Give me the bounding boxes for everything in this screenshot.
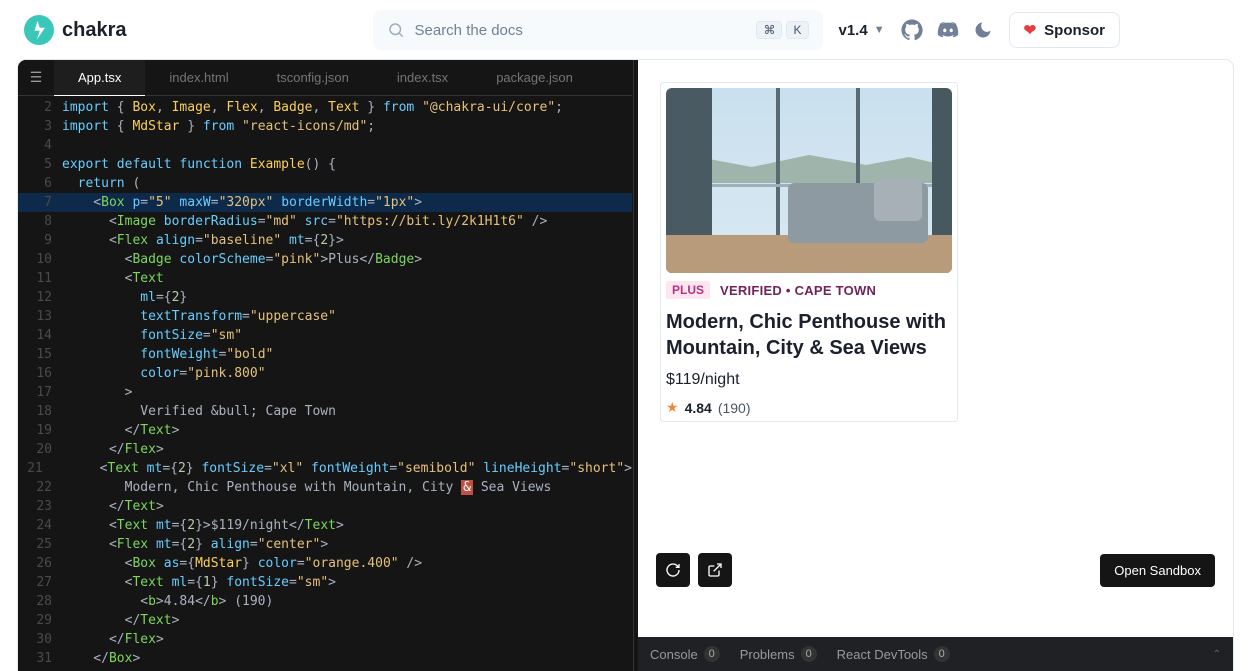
code-line[interactable]: 8 <Image borderRadius="md" src="https://… bbox=[18, 212, 632, 231]
editor-tab[interactable]: App.tsx bbox=[54, 60, 145, 96]
console-tab[interactable]: React DevTools0 bbox=[837, 646, 950, 662]
code-line[interactable]: 22 Modern, Chic Penthouse with Mountain,… bbox=[18, 478, 632, 497]
code-line[interactable]: 28 <b>4.84</b> (190) bbox=[18, 592, 632, 611]
code-line[interactable]: 20 </Flex> bbox=[18, 440, 632, 459]
editor-pane: ☰ App.tsxindex.htmltsconfig.jsonindex.ts… bbox=[18, 60, 632, 671]
external-link-icon bbox=[707, 562, 723, 578]
code-line[interactable]: 11 <Text bbox=[18, 269, 632, 288]
open-sandbox-button[interactable]: Open Sandbox bbox=[1100, 554, 1215, 587]
listing-price: $119/night bbox=[666, 371, 952, 389]
listing-meta: Verified • Cape Town bbox=[720, 283, 876, 298]
search-shortcut: ⌘ K bbox=[756, 21, 808, 39]
preview-pane: Plus Verified • Cape Town Modern, Chic P… bbox=[638, 60, 1233, 671]
search-icon bbox=[387, 21, 405, 39]
search-placeholder: Search the docs bbox=[415, 22, 747, 39]
editor-tab[interactable]: index.html bbox=[145, 60, 252, 96]
star-icon: ★ bbox=[666, 399, 679, 416]
code-line[interactable]: 9 <Flex align="baseline" mt={2}> bbox=[18, 231, 632, 250]
chakra-logo-icon bbox=[24, 15, 54, 45]
preview-action-bar bbox=[656, 553, 732, 587]
code-line[interactable]: 3import { MdStar } from "react-icons/md"… bbox=[18, 117, 632, 136]
code-line[interactable]: 23 </Text> bbox=[18, 497, 632, 516]
listing-card: Plus Verified • Cape Town Modern, Chic P… bbox=[660, 82, 958, 422]
brand-name: chakra bbox=[62, 19, 127, 42]
listing-rating: ★ 4.84 (190) bbox=[666, 399, 952, 416]
console-bar: Console0 Problems0 React DevTools0 ⌃ bbox=[638, 637, 1233, 671]
code-line[interactable]: 2import { Box, Image, Flex, Badge, Text … bbox=[18, 98, 632, 117]
code-line[interactable]: 15 fontWeight="bold" bbox=[18, 345, 632, 364]
search-input[interactable]: Search the docs ⌘ K bbox=[373, 10, 823, 50]
code-line[interactable]: 24 <Text mt={2}>$119/night</Text> bbox=[18, 516, 632, 535]
header-icon-group bbox=[901, 19, 993, 41]
plus-badge: Plus bbox=[666, 281, 710, 299]
code-line[interactable]: 18 Verified &bull; Cape Town bbox=[18, 402, 632, 421]
code-line[interactable]: 16 color="pink.800" bbox=[18, 364, 632, 383]
theme-toggle-icon[interactable] bbox=[973, 20, 993, 40]
chevron-down-icon: ▼ bbox=[874, 24, 885, 36]
code-line[interactable]: 29 </Text> bbox=[18, 611, 632, 630]
code-line[interactable]: 7 <Box p="5" maxW="320px" borderWidth="1… bbox=[18, 193, 632, 212]
code-line[interactable]: 4 bbox=[18, 136, 632, 155]
console-collapse-icon[interactable]: ⌃ bbox=[1213, 649, 1221, 660]
refresh-icon bbox=[665, 562, 681, 578]
refresh-button[interactable] bbox=[656, 553, 690, 587]
editor-tab[interactable]: index.tsx bbox=[373, 60, 472, 96]
editor-tab-bar: ☰ App.tsxindex.htmltsconfig.jsonindex.ts… bbox=[18, 60, 632, 96]
code-line[interactable]: 17 > bbox=[18, 383, 632, 402]
code-line[interactable]: 21 <Text mt={2} fontSize="xl" fontWeight… bbox=[18, 459, 632, 478]
editor-tab[interactable]: package.json bbox=[472, 60, 597, 96]
console-tab[interactable]: Problems0 bbox=[740, 646, 817, 662]
heart-icon: ❤ bbox=[1024, 21, 1037, 39]
code-line[interactable]: 13 textTransform="uppercase" bbox=[18, 307, 632, 326]
code-line[interactable]: 14 fontSize="sm" bbox=[18, 326, 632, 345]
hamburger-icon[interactable]: ☰ bbox=[18, 69, 54, 86]
listing-title: Modern, Chic Penthouse with Mountain, Ci… bbox=[666, 309, 952, 361]
code-line[interactable]: 12 ml={2} bbox=[18, 288, 632, 307]
code-line[interactable]: 25 <Flex mt={2} align="center"> bbox=[18, 535, 632, 554]
code-line[interactable]: 26 <Box as={MdStar} color="orange.400" /… bbox=[18, 554, 632, 573]
code-sandbox: ☰ App.tsxindex.htmltsconfig.jsonindex.ts… bbox=[18, 60, 1233, 671]
code-line[interactable]: 19 </Text> bbox=[18, 421, 632, 440]
github-icon[interactable] bbox=[901, 19, 923, 41]
code-line[interactable]: 30 </Flex> bbox=[18, 630, 632, 649]
brand-logo[interactable]: chakra bbox=[24, 15, 127, 45]
preview-body: Plus Verified • Cape Town Modern, Chic P… bbox=[638, 60, 1233, 637]
code-line[interactable]: 6 return ( bbox=[18, 174, 632, 193]
code-line[interactable]: 31 </Box> bbox=[18, 649, 632, 668]
discord-icon[interactable] bbox=[937, 19, 959, 41]
open-new-window-button[interactable] bbox=[698, 553, 732, 587]
editor-tab[interactable]: tsconfig.json bbox=[253, 60, 373, 96]
code-line[interactable]: 10 <Badge colorScheme="pink">Plus</Badge… bbox=[18, 250, 632, 269]
version-selector[interactable]: v1.4 ▼ bbox=[839, 22, 885, 39]
code-editor[interactable]: 2import { Box, Image, Flex, Badge, Text … bbox=[18, 96, 632, 671]
code-line[interactable]: 27 <Text ml={1} fontSize="sm"> bbox=[18, 573, 632, 592]
console-tab[interactable]: Console0 bbox=[650, 646, 720, 662]
sponsor-button[interactable]: ❤ Sponsor bbox=[1009, 12, 1120, 48]
listing-image bbox=[666, 88, 952, 273]
code-line[interactable]: 5export default function Example() { bbox=[18, 155, 632, 174]
top-header: chakra Search the docs ⌘ K v1.4 ▼ ❤ Spon… bbox=[0, 0, 1251, 60]
